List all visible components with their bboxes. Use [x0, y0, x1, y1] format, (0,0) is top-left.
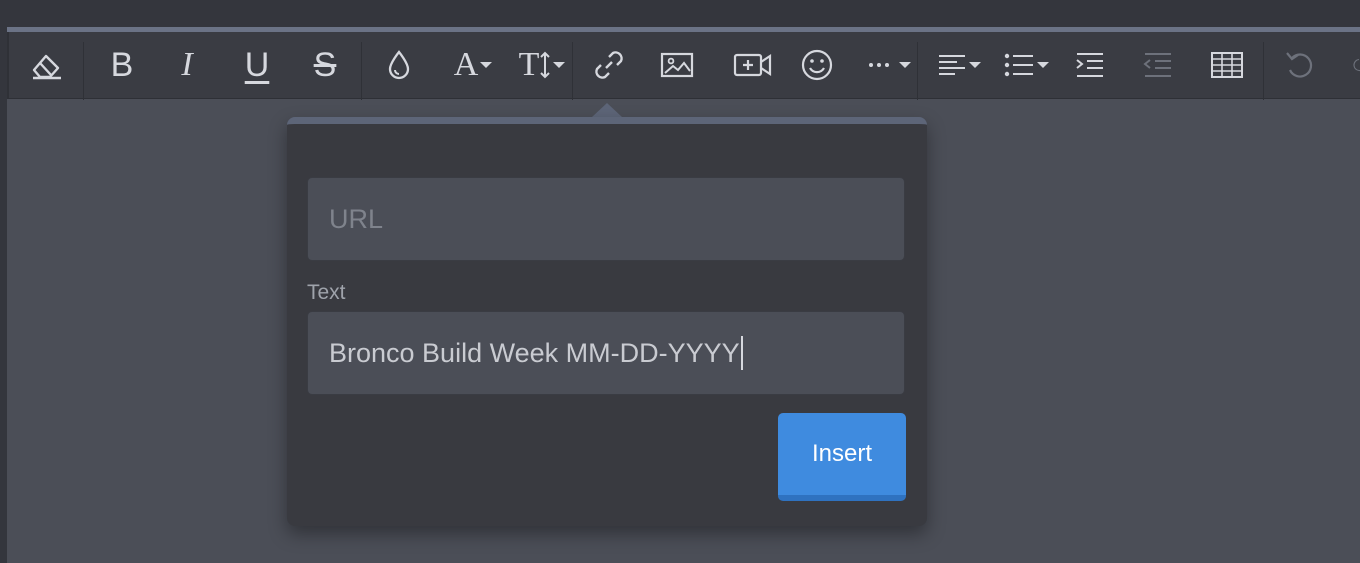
insert-emoji-button[interactable] — [799, 32, 835, 98]
undo-icon — [1286, 52, 1313, 78]
image-icon — [660, 52, 694, 78]
align-icon — [939, 55, 965, 75]
popover-arrow — [592, 103, 622, 117]
insert-link-popover: URL Text Bronco Build Week MM-DD-YYYY In… — [287, 117, 927, 526]
insert-button[interactable]: Insert — [778, 413, 906, 501]
list-icon — [1004, 53, 1033, 77]
more-icon — [869, 63, 889, 67]
eraser-icon — [32, 54, 61, 80]
insert-video-button[interactable] — [731, 32, 775, 98]
underline-icon: U — [244, 45, 270, 84]
indent-icon — [1076, 53, 1103, 77]
chevron-down-icon — [553, 62, 566, 68]
outdent-button[interactable] — [1141, 32, 1175, 98]
insert-image-button[interactable] — [659, 32, 695, 98]
text-color-button[interactable] — [383, 32, 415, 98]
link-text-value: Bronco Build Week MM-DD-YYYY — [329, 337, 740, 368]
insert-link-button[interactable] — [591, 32, 627, 98]
font-family-icon: A — [453, 46, 479, 83]
bold-button[interactable]: B — [104, 32, 140, 98]
url-input[interactable]: URL — [307, 177, 905, 261]
text-cursor — [740, 336, 743, 370]
bold-icon: B — [110, 45, 134, 84]
strikethrough-button[interactable]: S — [305, 32, 345, 98]
video-icon — [733, 53, 772, 77]
vertical-arrows-icon — [540, 51, 551, 79]
chevron-down-icon — [1037, 62, 1049, 68]
emoji-icon — [801, 49, 833, 81]
list-dropdown[interactable] — [999, 32, 1053, 98]
outdent-icon — [1143, 53, 1171, 77]
text-field-label: Text — [307, 281, 346, 304]
chevron-down-icon — [480, 62, 493, 68]
italic-icon: I — [181, 46, 193, 83]
font-family-dropdown[interactable]: A — [445, 32, 501, 98]
chevron-down-icon — [899, 62, 911, 68]
color-drop-icon — [388, 50, 410, 80]
editor-toolbar: B I U S A T — [7, 32, 1360, 100]
redo-icon — [1353, 58, 1360, 72]
strikethrough-icon: S — [313, 45, 337, 84]
indent-button[interactable] — [1073, 32, 1107, 98]
link-icon — [595, 51, 623, 79]
font-size-icon: T — [518, 46, 540, 83]
clear-formatting-button[interactable] — [27, 32, 67, 98]
italic-button[interactable]: I — [169, 32, 205, 98]
url-placeholder: URL — [329, 203, 384, 234]
more-options-dropdown[interactable] — [861, 32, 917, 98]
link-text-input[interactable]: Bronco Build Week MM-DD-YYYY — [307, 311, 905, 395]
underline-button[interactable]: U — [237, 32, 277, 98]
table-icon — [1211, 52, 1243, 78]
redo-button[interactable] — [1345, 32, 1360, 98]
font-size-dropdown[interactable]: T — [513, 32, 571, 98]
insert-table-button[interactable] — [1209, 32, 1245, 98]
align-dropdown[interactable] — [931, 32, 987, 98]
chevron-down-icon — [969, 62, 981, 68]
undo-button[interactable] — [1283, 32, 1317, 98]
